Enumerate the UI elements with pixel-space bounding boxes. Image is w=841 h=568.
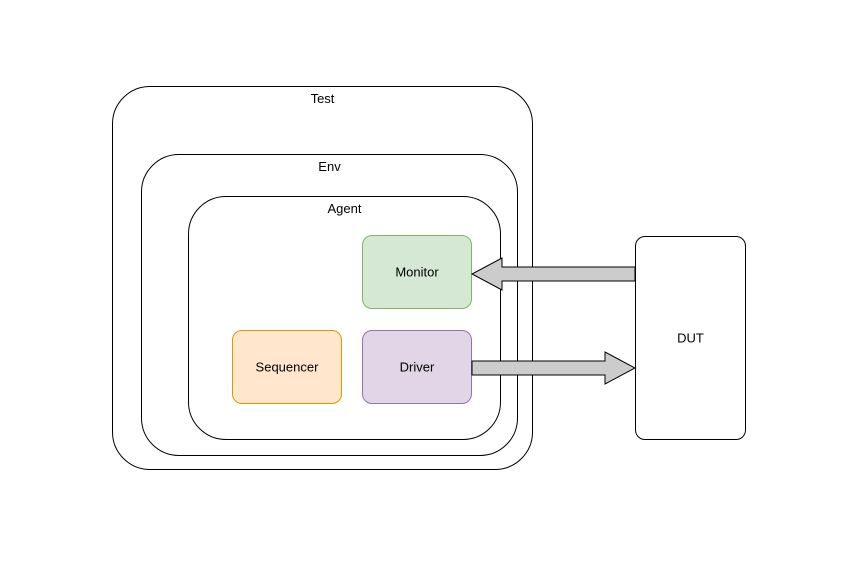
arrow-dut-to-monitor: [472, 258, 635, 290]
env-label: Env: [318, 159, 340, 174]
driver-label: Driver: [400, 360, 435, 375]
dut-label: DUT: [677, 331, 704, 346]
sequencer-block: Sequencer: [232, 330, 342, 404]
driver-block: Driver: [362, 330, 472, 404]
test-label: Test: [311, 91, 335, 106]
sequencer-label: Sequencer: [256, 360, 319, 375]
dut-block: DUT: [635, 236, 746, 440]
arrow-driver-to-dut: [472, 352, 635, 384]
monitor-block: Monitor: [362, 235, 472, 309]
monitor-label: Monitor: [395, 265, 438, 280]
agent-label: Agent: [328, 201, 362, 216]
